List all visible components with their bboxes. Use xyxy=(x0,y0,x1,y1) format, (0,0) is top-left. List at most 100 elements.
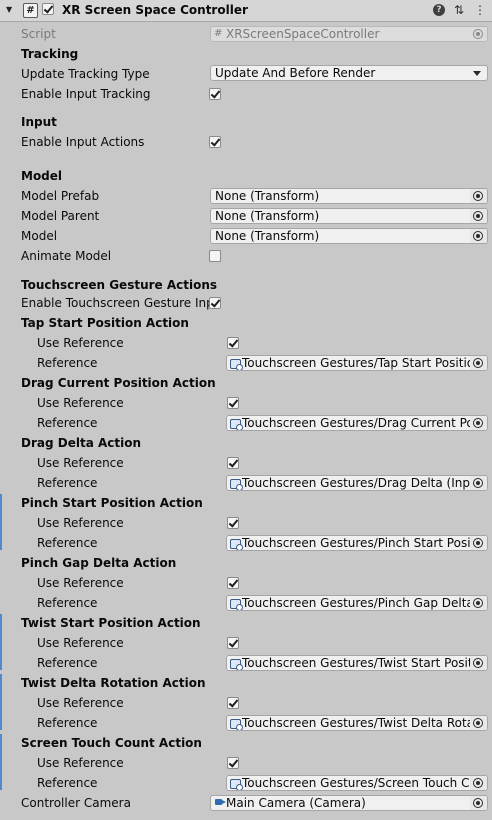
reference-value: Touchscreen Gestures/Drag Current Posi xyxy=(242,416,484,430)
reference-label: Reference xyxy=(37,356,98,370)
reference-field[interactable]: Touchscreen Gestures/Drag Current Posi xyxy=(226,415,488,431)
override-indicator xyxy=(0,614,2,670)
object-picker-icon[interactable] xyxy=(470,476,487,490)
object-picker-icon[interactable] xyxy=(470,776,487,790)
input-action-reference-icon xyxy=(230,779,243,790)
override-indicator xyxy=(0,494,2,550)
reference-value: Touchscreen Gestures/Drag Delta (Input xyxy=(242,476,483,490)
object-picker-icon[interactable] xyxy=(470,229,487,243)
use-reference-label: Use Reference xyxy=(37,336,124,350)
enable-input-actions-label: Enable Input Actions xyxy=(21,135,145,149)
action-header[interactable]: Drag Delta Action xyxy=(21,436,141,450)
input-action-reference-icon xyxy=(230,719,243,730)
animate-model-checkbox[interactable] xyxy=(209,250,221,262)
touchscreen-gesture-actions-header: Touchscreen Gesture Actions xyxy=(21,278,218,292)
input-action-reference-icon xyxy=(230,539,243,550)
reference-value: Touchscreen Gestures/Tap Start Position xyxy=(242,356,482,370)
reference-field[interactable]: Touchscreen Gestures/Drag Delta (Input xyxy=(226,475,488,491)
reference-label: Reference xyxy=(37,476,98,490)
reference-value: Touchscreen Gestures/Pinch Gap Delta ( xyxy=(242,596,483,610)
reference-field[interactable]: Touchscreen Gestures/Tap Start Position xyxy=(226,355,488,371)
enable-input-tracking-checkbox[interactable] xyxy=(209,88,221,100)
model-header: Model xyxy=(21,169,63,183)
action-header[interactable]: Twist Start Position Action xyxy=(21,616,201,630)
use-reference-checkbox[interactable] xyxy=(227,637,239,649)
use-reference-checkbox[interactable] xyxy=(227,517,239,529)
action-header[interactable]: Pinch Start Position Action xyxy=(21,496,203,510)
object-picker-icon xyxy=(470,27,487,41)
action-header[interactable]: Drag Current Position Action xyxy=(21,376,216,390)
object-picker-icon[interactable] xyxy=(470,656,487,670)
reference-field[interactable]: Touchscreen Gestures/Screen Touch Co xyxy=(226,775,488,791)
object-picker-icon[interactable] xyxy=(470,356,487,370)
model-parent-field[interactable]: None (Transform) xyxy=(210,208,488,224)
reference-field[interactable]: Touchscreen Gestures/Pinch Start Positi xyxy=(226,535,488,551)
model-label: Model xyxy=(21,229,58,243)
reference-field[interactable]: Touchscreen Gestures/Pinch Gap Delta ( xyxy=(226,595,488,611)
object-picker-icon[interactable] xyxy=(470,536,487,550)
action-header[interactable]: Screen Touch Count Action xyxy=(21,736,202,750)
reference-value: Touchscreen Gestures/Screen Touch Co xyxy=(242,776,477,790)
controller-camera-value: Main Camera (Camera) xyxy=(226,796,366,810)
reference-value: Touchscreen Gestures/Pinch Start Positi xyxy=(242,536,479,550)
enable-touchscreen-gesture-input-label: Enable Touchscreen Gesture Inpu xyxy=(21,296,209,310)
camera-icon xyxy=(215,799,226,805)
script-hash-icon: # xyxy=(214,28,223,39)
update-tracking-type-dropdown[interactable]: Update And Before Render xyxy=(210,65,488,81)
use-reference-checkbox[interactable] xyxy=(227,457,239,469)
input-action-reference-icon xyxy=(230,659,243,670)
use-reference-label: Use Reference xyxy=(37,396,124,410)
reference-field[interactable]: Touchscreen Gestures/Twist Delta Rotat xyxy=(226,715,488,731)
controller-camera-label: Controller Camera xyxy=(21,796,131,810)
model-prefab-field[interactable]: None (Transform) xyxy=(210,188,488,204)
reference-label: Reference xyxy=(37,596,98,610)
reference-label: Reference xyxy=(37,776,98,790)
dropdown-arrow-icon xyxy=(473,71,481,76)
model-parent-value: None (Transform) xyxy=(215,209,320,223)
component-enabled-checkbox[interactable] xyxy=(42,3,54,15)
component-title[interactable]: XR Screen Space Controller xyxy=(62,3,248,17)
use-reference-label: Use Reference xyxy=(37,456,124,470)
override-indicator xyxy=(0,734,2,790)
controller-camera-field[interactable]: Main Camera (Camera) xyxy=(210,795,488,811)
use-reference-label: Use Reference xyxy=(37,756,124,770)
use-reference-label: Use Reference xyxy=(37,636,124,650)
use-reference-label: Use Reference xyxy=(37,576,124,590)
input-header: Input xyxy=(21,115,57,129)
use-reference-checkbox[interactable] xyxy=(227,337,239,349)
use-reference-checkbox[interactable] xyxy=(227,757,239,769)
action-header[interactable]: Twist Delta Rotation Action xyxy=(21,676,206,690)
reference-label: Reference xyxy=(37,416,98,430)
use-reference-checkbox[interactable] xyxy=(227,397,239,409)
script-value: XRScreenSpaceController xyxy=(226,27,380,41)
reference-value: Touchscreen Gestures/Twist Start Positi xyxy=(242,656,476,670)
script-icon: # xyxy=(23,3,38,18)
enable-input-actions-checkbox[interactable] xyxy=(209,136,221,148)
override-indicator xyxy=(0,674,2,730)
use-reference-label: Use Reference xyxy=(37,516,124,530)
use-reference-checkbox[interactable] xyxy=(227,697,239,709)
use-reference-checkbox[interactable] xyxy=(227,577,239,589)
object-picker-icon[interactable] xyxy=(470,796,487,810)
presets-icon[interactable]: ⇅ xyxy=(452,3,466,17)
object-picker-icon[interactable] xyxy=(470,716,487,730)
enable-touchscreen-gesture-input-checkbox[interactable] xyxy=(209,297,221,309)
object-picker-icon[interactable] xyxy=(470,416,487,430)
help-icon[interactable]: ? xyxy=(432,3,446,17)
reference-label: Reference xyxy=(37,656,98,670)
action-header[interactable]: Pinch Gap Delta Action xyxy=(21,556,176,570)
reference-field[interactable]: Touchscreen Gestures/Twist Start Positi xyxy=(226,655,488,671)
action-header[interactable]: Tap Start Position Action xyxy=(21,316,189,330)
input-action-reference-icon xyxy=(230,359,243,370)
object-picker-icon[interactable] xyxy=(470,189,487,203)
context-menu-icon[interactable]: ⋮ xyxy=(473,3,487,17)
object-picker-icon[interactable] xyxy=(470,209,487,223)
script-field: # XRScreenSpaceController xyxy=(210,26,488,42)
model-prefab-label: Model Prefab xyxy=(21,189,100,203)
foldout-arrow-icon[interactable]: ▼ xyxy=(6,5,15,14)
reference-value: Touchscreen Gestures/Twist Delta Rotat xyxy=(242,716,479,730)
object-picker-icon[interactable] xyxy=(470,596,487,610)
model-field[interactable]: None (Transform) xyxy=(210,228,488,244)
input-action-reference-icon xyxy=(230,479,243,490)
model-prefab-value: None (Transform) xyxy=(215,189,320,203)
